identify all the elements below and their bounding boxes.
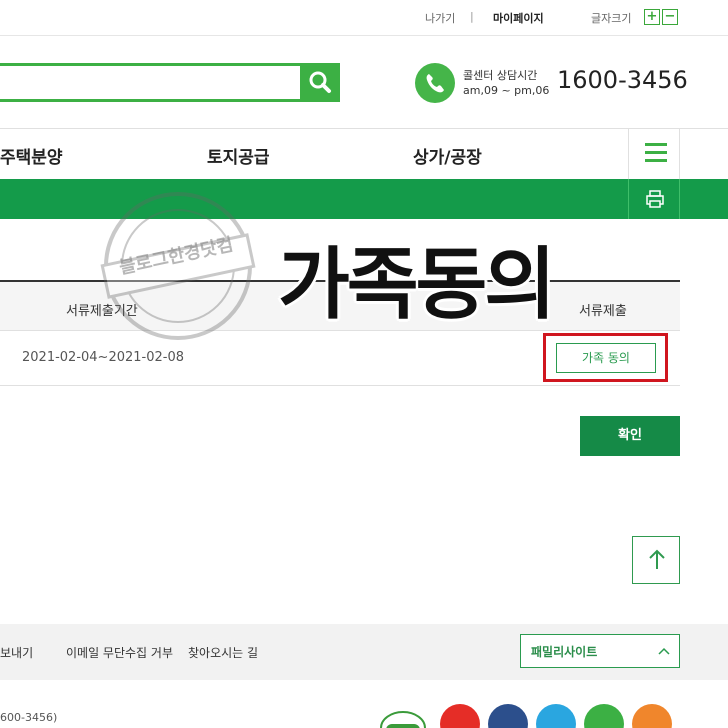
footer-links-bar: 보내기 이메일 무단수집 거부 찾아오시는 길 패밀리사이트 [0, 624, 728, 680]
call-center-hours: am,09 ~ pm,06 [463, 84, 550, 97]
facebook-icon[interactable] [488, 704, 528, 728]
arrow-up-icon [649, 549, 665, 569]
twitter-icon[interactable] [536, 704, 576, 728]
call-center-phone: 1600-3456 [557, 66, 688, 94]
font-size-label: 글자크기 [591, 12, 632, 25]
hamburger-menu-button[interactable] [628, 128, 680, 179]
chevron-up-icon [658, 647, 670, 655]
font-decrease-button[interactable]: − [662, 9, 678, 25]
nav-item-housing[interactable]: 주택분양 [0, 143, 63, 168]
mypage-link[interactable]: 마이페이지 [493, 10, 544, 26]
nav-item-land[interactable]: 토지공급 [207, 143, 270, 168]
call-center-title: 콜센터 상담시간 [463, 69, 538, 82]
footer-link-email-refusal[interactable]: 이메일 무단수집 거부 [66, 644, 173, 661]
column-header-submit: 서류제출 [579, 304, 627, 319]
logout-link[interactable]: 나가기 [425, 10, 455, 26]
print-button[interactable] [628, 179, 680, 219]
search-input[interactable] [0, 63, 300, 102]
family-site-label: 패밀리사이트 [531, 645, 598, 659]
phone-icon [415, 63, 455, 103]
blog-icon[interactable] [584, 704, 624, 728]
footer-link-directions[interactable]: 찾아오시는 길 [188, 644, 258, 661]
utility-bar: 나가기 | 마이페이지 글자크기 + − [0, 0, 728, 36]
wa-mark-icon [380, 711, 426, 728]
font-increase-button[interactable]: + [644, 9, 660, 25]
search-icon [309, 71, 331, 93]
util-separator: | [470, 10, 474, 23]
footer-phone: 600-3456) [0, 711, 58, 724]
submission-period: 2021-02-04~2021-02-08 [22, 350, 184, 365]
footer-link-send[interactable]: 보내기 [0, 644, 33, 661]
overlay-headline: 가족동의 [278, 240, 556, 330]
scroll-top-button[interactable] [632, 536, 680, 584]
youtube-icon[interactable] [440, 704, 480, 728]
main-nav: 주택분양 토지공급 상가/공장 [0, 128, 728, 179]
hamburger-icon [645, 143, 667, 146]
rss-icon[interactable] [632, 704, 672, 728]
nav-item-commercial[interactable]: 상가/공장 [413, 143, 482, 168]
search-button[interactable] [300, 63, 340, 102]
printer-icon [646, 190, 664, 208]
highlight-box [543, 333, 668, 382]
family-site-select[interactable]: 패밀리사이트 [520, 634, 680, 668]
confirm-button[interactable]: 확인 [580, 416, 680, 456]
